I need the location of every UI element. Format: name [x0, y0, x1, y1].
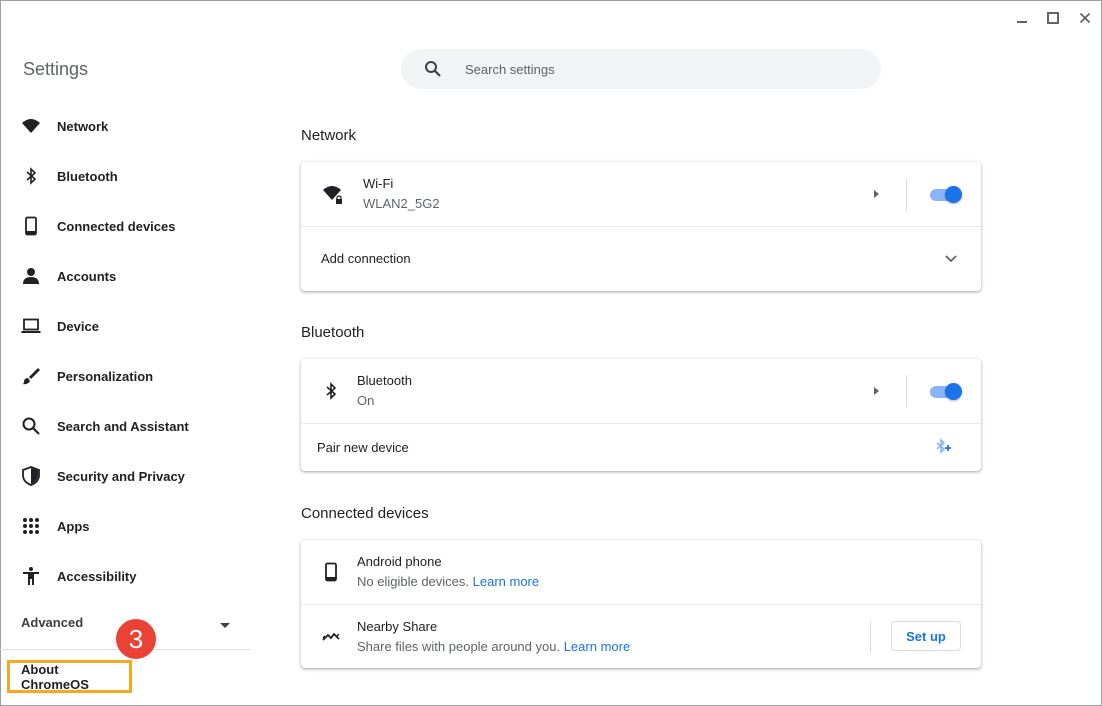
sidebar-item-accessibility[interactable]: Accessibility	[0, 556, 250, 596]
chevron-right-icon[interactable]	[868, 186, 884, 202]
sidebar-item-device[interactable]: Device	[0, 306, 250, 346]
sidebar-item-label: Accessibility	[57, 568, 137, 584]
sidebar-item-label: Accounts	[57, 268, 117, 284]
bluetooth-icon	[20, 165, 42, 187]
bluetooth-title: Bluetooth	[357, 373, 412, 388]
shield-icon	[20, 465, 42, 487]
sidebar-item-bluetooth[interactable]: Bluetooth	[0, 156, 250, 196]
close-icon[interactable]	[1075, 8, 1095, 28]
nearby-share-row[interactable]: Nearby Share Share files with people aro…	[301, 605, 981, 668]
connected-devices-heading: Connected devices	[301, 505, 429, 522]
bluetooth-add-icon[interactable]	[931, 436, 955, 460]
phone-icon	[20, 215, 42, 237]
sidebar-item-network[interactable]: Network	[0, 106, 250, 146]
network-heading: Network	[301, 127, 357, 144]
add-connection-label: Add connection	[321, 251, 411, 266]
nearby-share-title: Nearby Share	[357, 619, 438, 634]
nearby-share-icon	[319, 624, 343, 648]
vertical-separator	[906, 375, 907, 407]
wifi-network-name: WLAN2_5G2	[363, 196, 440, 211]
apps-grid-icon	[20, 515, 42, 537]
chevron-right-icon[interactable]	[868, 383, 884, 399]
toggle-knob	[945, 186, 962, 203]
android-learn-more-link[interactable]: Learn more	[473, 574, 539, 589]
sidebar-item-about-chromeos[interactable]: About ChromeOS	[7, 660, 132, 693]
bluetooth-icon	[319, 379, 343, 403]
wifi-icon	[20, 115, 42, 137]
nearby-learn-more-link[interactable]: Learn more	[564, 639, 630, 654]
android-phone-description: No eligible devices. Learn more	[357, 574, 539, 589]
sidebar-item-accounts[interactable]: Accounts	[0, 256, 250, 296]
bluetooth-card: Bluetooth On Pair new device	[301, 359, 981, 471]
sidebar-item-label: Network	[57, 118, 109, 134]
sidebar-item-security-and-privacy[interactable]: Security and Privacy	[0, 456, 250, 496]
person-icon	[20, 265, 42, 287]
sidebar-item-connected-devices[interactable]: Connected devices	[0, 206, 250, 246]
search-icon	[423, 59, 443, 84]
bluetooth-heading: Bluetooth	[301, 324, 365, 341]
sidebar-title: Settings	[23, 59, 89, 79]
toggle-knob	[945, 383, 962, 400]
sidebar-item-label: Apps	[57, 518, 90, 534]
sidebar-item-label: Bluetooth	[57, 168, 118, 184]
sidebar-item-label: Security and Privacy	[57, 468, 185, 484]
wifi-toggle[interactable]	[930, 186, 962, 203]
about-chromeos-label: About ChromeOS	[21, 661, 89, 692]
sidebar-item-label: Personalization	[57, 368, 154, 384]
sidebar-item-label: Search and Assistant	[57, 418, 189, 434]
brush-icon	[20, 365, 42, 387]
minimize-icon[interactable]	[1012, 8, 1032, 28]
advanced-label: Advanced	[21, 614, 84, 630]
wifi-row[interactable]: Wi-Fi WLAN2_5G2	[301, 162, 981, 226]
pair-new-device-label: Pair new device	[317, 440, 409, 455]
bluetooth-row[interactable]: Bluetooth On	[301, 359, 981, 423]
phone-icon	[319, 560, 343, 584]
vertical-separator	[870, 621, 871, 653]
network-card: Wi-Fi WLAN2_5G2 Add connection	[301, 162, 981, 291]
nearby-share-desc-text: Share files with people around you.	[357, 639, 561, 654]
sidebar-item-label: Device	[57, 318, 99, 334]
search-bar[interactable]	[401, 49, 881, 89]
wifi-lock-icon	[321, 182, 345, 206]
vertical-separator	[906, 178, 907, 210]
chevron-down-icon[interactable]	[943, 251, 959, 267]
sidebar-item-apps[interactable]: Apps	[0, 506, 250, 546]
add-connection-row[interactable]: Add connection	[301, 227, 981, 291]
step-badge: 3	[116, 619, 156, 659]
laptop-icon	[20, 315, 42, 337]
pair-new-device-row[interactable]: Pair new device	[301, 424, 981, 471]
caret-down-icon	[219, 617, 231, 635]
sidebar-item-search-and-assistant[interactable]: Search and Assistant	[0, 406, 250, 446]
sidebar-item-label: Connected devices	[57, 218, 176, 234]
search-icon	[20, 415, 42, 437]
wifi-title: Wi-Fi	[363, 176, 394, 191]
android-phone-desc-text: No eligible devices.	[357, 574, 470, 589]
bluetooth-status: On	[357, 393, 375, 408]
search-input[interactable]	[465, 59, 845, 79]
sidebar-item-personalization[interactable]: Personalization	[0, 356, 250, 396]
connected-devices-card: Android phone No eligible devices. Learn…	[301, 540, 981, 668]
bluetooth-toggle[interactable]	[930, 383, 962, 400]
accessibility-icon	[20, 565, 42, 587]
nearby-share-description: Share files with people around you. Lear…	[357, 639, 630, 654]
android-phone-row[interactable]: Android phone No eligible devices. Learn…	[301, 540, 981, 604]
android-phone-title: Android phone	[357, 554, 442, 569]
maximize-icon[interactable]	[1043, 8, 1063, 28]
set-up-button[interactable]: Set up	[891, 621, 961, 651]
